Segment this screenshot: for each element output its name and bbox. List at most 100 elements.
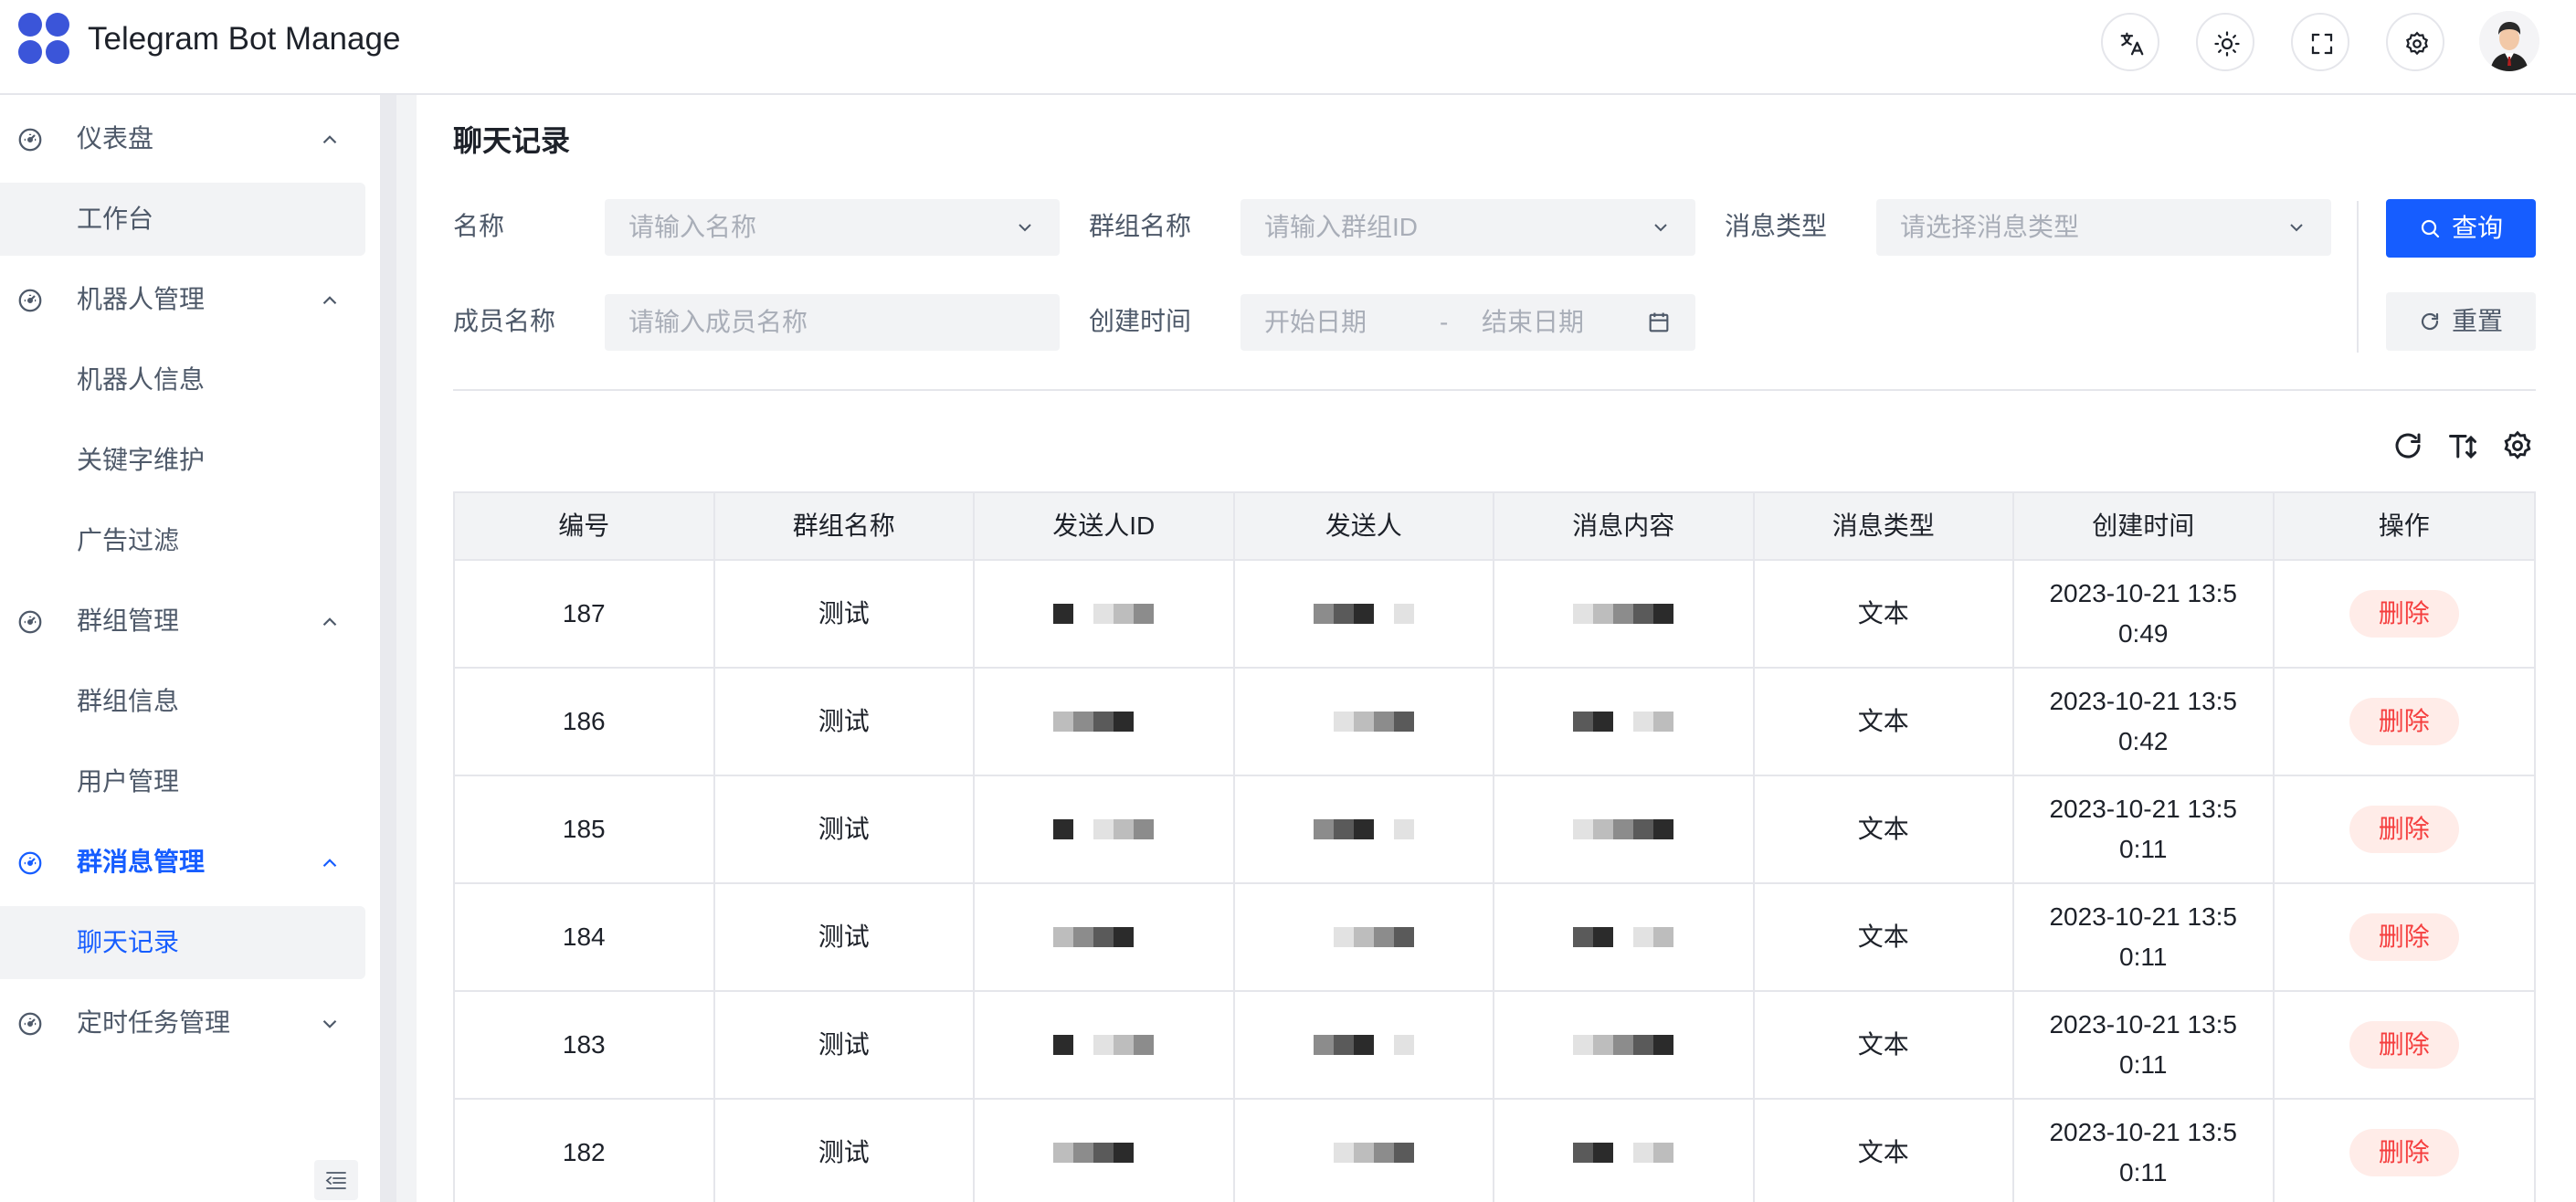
cell-message-type: 文本 [1755, 776, 2014, 882]
collapse-menu-icon [325, 1172, 346, 1189]
top-header: Telegram Bot Manage [0, 0, 2576, 95]
cell-sender-id-redacted [975, 561, 1235, 667]
member-name-label: 成员名称 [453, 307, 556, 335]
chevron-down-icon [1019, 224, 1031, 232]
cell-created-time: 2023-10-21 13:5 0:11 [2014, 992, 2275, 1098]
cell-sender-redacted [1235, 776, 1494, 882]
menu-group-scheduled-tasks[interactable]: 定时任务管理 [0, 986, 380, 1060]
text-size-icon[interactable] [2446, 429, 2479, 462]
redacted-mosaic [1573, 1035, 1674, 1055]
menu-group-group-management[interactable]: 群组管理 [0, 585, 380, 658]
search-icon [2421, 219, 2440, 238]
chevron-down-icon [322, 1019, 337, 1028]
menu-group-dashboard[interactable]: 仪表盘 [0, 102, 380, 175]
refresh-icon[interactable] [2391, 429, 2424, 462]
column-header[interactable]: 发送人 [1235, 493, 1494, 559]
delete-button[interactable]: 删除 [2349, 1021, 2459, 1069]
redacted-mosaic [1053, 712, 1155, 732]
sidebar-item-ad-filter[interactable]: 广告过滤 [0, 504, 365, 577]
query-button[interactable]: 查询 [2386, 199, 2536, 258]
redacted-mosaic [1313, 604, 1414, 624]
cell-group-name: 测试 [715, 776, 975, 882]
cell-created-time: 2023-10-21 13:5 0:11 [2014, 776, 2275, 882]
delete-button[interactable]: 删除 [2349, 913, 2459, 961]
cell-group-name: 测试 [715, 669, 975, 775]
app-title: Telegram Bot Manage [88, 21, 401, 57]
theme-toggle-button[interactable] [2196, 13, 2254, 71]
cell-message-type: 文本 [1755, 884, 2014, 990]
menu-group-label: 定时任务管理 [77, 1008, 231, 1037]
reset-button-label: 重置 [2452, 307, 2504, 335]
menu-group-label: 仪表盘 [77, 124, 154, 153]
column-settings-gear-icon[interactable] [2501, 429, 2534, 462]
column-header[interactable]: 群组名称 [715, 493, 975, 559]
refresh-icon [2421, 312, 2439, 331]
delete-button[interactable]: 删除 [2349, 1129, 2459, 1176]
cell-sender-redacted [1235, 884, 1494, 990]
cell-actions: 删除 [2275, 669, 2535, 775]
cell-sender-id-redacted [975, 884, 1235, 990]
chat-records-table: 编号 群组名称 发送人ID 发送人 消息内容 消息类型 创建时间 操作 187 … [453, 491, 2536, 1202]
column-header[interactable]: 发送人ID [975, 493, 1235, 559]
fullscreen-button[interactable] [2291, 13, 2349, 71]
redacted-mosaic [1313, 1035, 1414, 1055]
table-row: 185 测试 文本 2023-10-21 13:5 0:11 删除 [455, 776, 2534, 884]
group-id-select[interactable]: 请输入群组ID [1240, 199, 1695, 256]
message-type-label: 消息类型 [1725, 212, 1828, 240]
user-avatar[interactable] [2479, 11, 2539, 71]
delete-button[interactable]: 删除 [2349, 698, 2459, 745]
column-header[interactable]: 创建时间 [2014, 493, 2275, 559]
cell-actions: 删除 [2275, 1100, 2535, 1202]
start-date-placeholder[interactable]: 开始日期 [1264, 306, 1367, 339]
chevron-up-icon [322, 617, 337, 627]
sidebar-item-label: 广告过滤 [77, 526, 180, 554]
redacted-mosaic [1573, 819, 1674, 839]
cell-actions: 删除 [2275, 561, 2535, 667]
end-date-placeholder[interactable]: 结束日期 [1482, 306, 1584, 339]
sidebar-item-bot-info[interactable]: 机器人信息 [0, 343, 365, 416]
range-separator: - [1440, 308, 1449, 336]
name-select[interactable]: 请输入名称 [605, 199, 1060, 256]
redacted-mosaic [1313, 712, 1414, 732]
section-divider [453, 389, 2536, 391]
cell-sender-redacted [1235, 992, 1494, 1098]
sidebar-item-workbench[interactable]: 工作台 [0, 183, 365, 256]
table-row: 186 测试 文本 2023-10-21 13:5 0:42 删除 [455, 669, 2534, 776]
delete-button[interactable]: 删除 [2349, 806, 2459, 853]
sidebar-item-group-info[interactable]: 群组信息 [0, 665, 365, 738]
cell-message-content-redacted [1494, 669, 1755, 775]
sidebar-item-user-management[interactable]: 用户管理 [0, 745, 365, 818]
column-header[interactable]: 消息内容 [1494, 493, 1755, 559]
sidebar-item-keywords[interactable]: 关键字维护 [0, 424, 365, 497]
chevron-up-icon [322, 859, 337, 868]
cell-id: 186 [455, 669, 715, 775]
cell-id: 185 [455, 776, 715, 882]
settings-button[interactable] [2386, 13, 2444, 71]
menu-group-label: 群组管理 [77, 606, 180, 635]
cell-message-type: 文本 [1755, 992, 2014, 1098]
sidebar-scrollbar[interactable] [380, 95, 396, 1202]
sidebar-item-label: 群组信息 [77, 687, 180, 715]
reset-button[interactable]: 重置 [2386, 292, 2536, 351]
redacted-mosaic [1313, 927, 1414, 947]
date-range-picker[interactable]: 开始日期 - 结束日期 [1240, 294, 1695, 351]
message-type-select[interactable]: 请选择消息类型 [1876, 199, 2331, 256]
menu-group-bot-management[interactable]: 机器人管理 [0, 263, 380, 336]
delete-button[interactable]: 删除 [2349, 590, 2459, 638]
sidebar-item-chat-records[interactable]: 聊天记录 [0, 906, 365, 979]
redacted-mosaic [1313, 1143, 1414, 1163]
table-row: 187 测试 文本 2023-10-21 13:5 0:49 删除 [455, 561, 2534, 669]
translate-button[interactable] [2101, 13, 2159, 71]
column-header[interactable]: 编号 [455, 493, 715, 559]
column-header[interactable]: 操作 [2275, 493, 2535, 559]
cell-message-type: 文本 [1755, 561, 2014, 667]
member-placeholder: 请输入成员名称 [628, 308, 808, 336]
collapse-sidebar-button[interactable] [314, 1160, 358, 1200]
column-header[interactable]: 消息类型 [1755, 493, 2014, 559]
cell-id: 182 [455, 1100, 715, 1202]
page-title: 聊天记录 [453, 124, 571, 157]
member-name-input[interactable]: 请输入成员名称 [605, 294, 1060, 351]
sidebar-item-label: 机器人信息 [77, 365, 206, 394]
menu-group-message-management[interactable]: 群消息管理 [0, 826, 380, 899]
chevron-down-icon [2290, 224, 2303, 232]
